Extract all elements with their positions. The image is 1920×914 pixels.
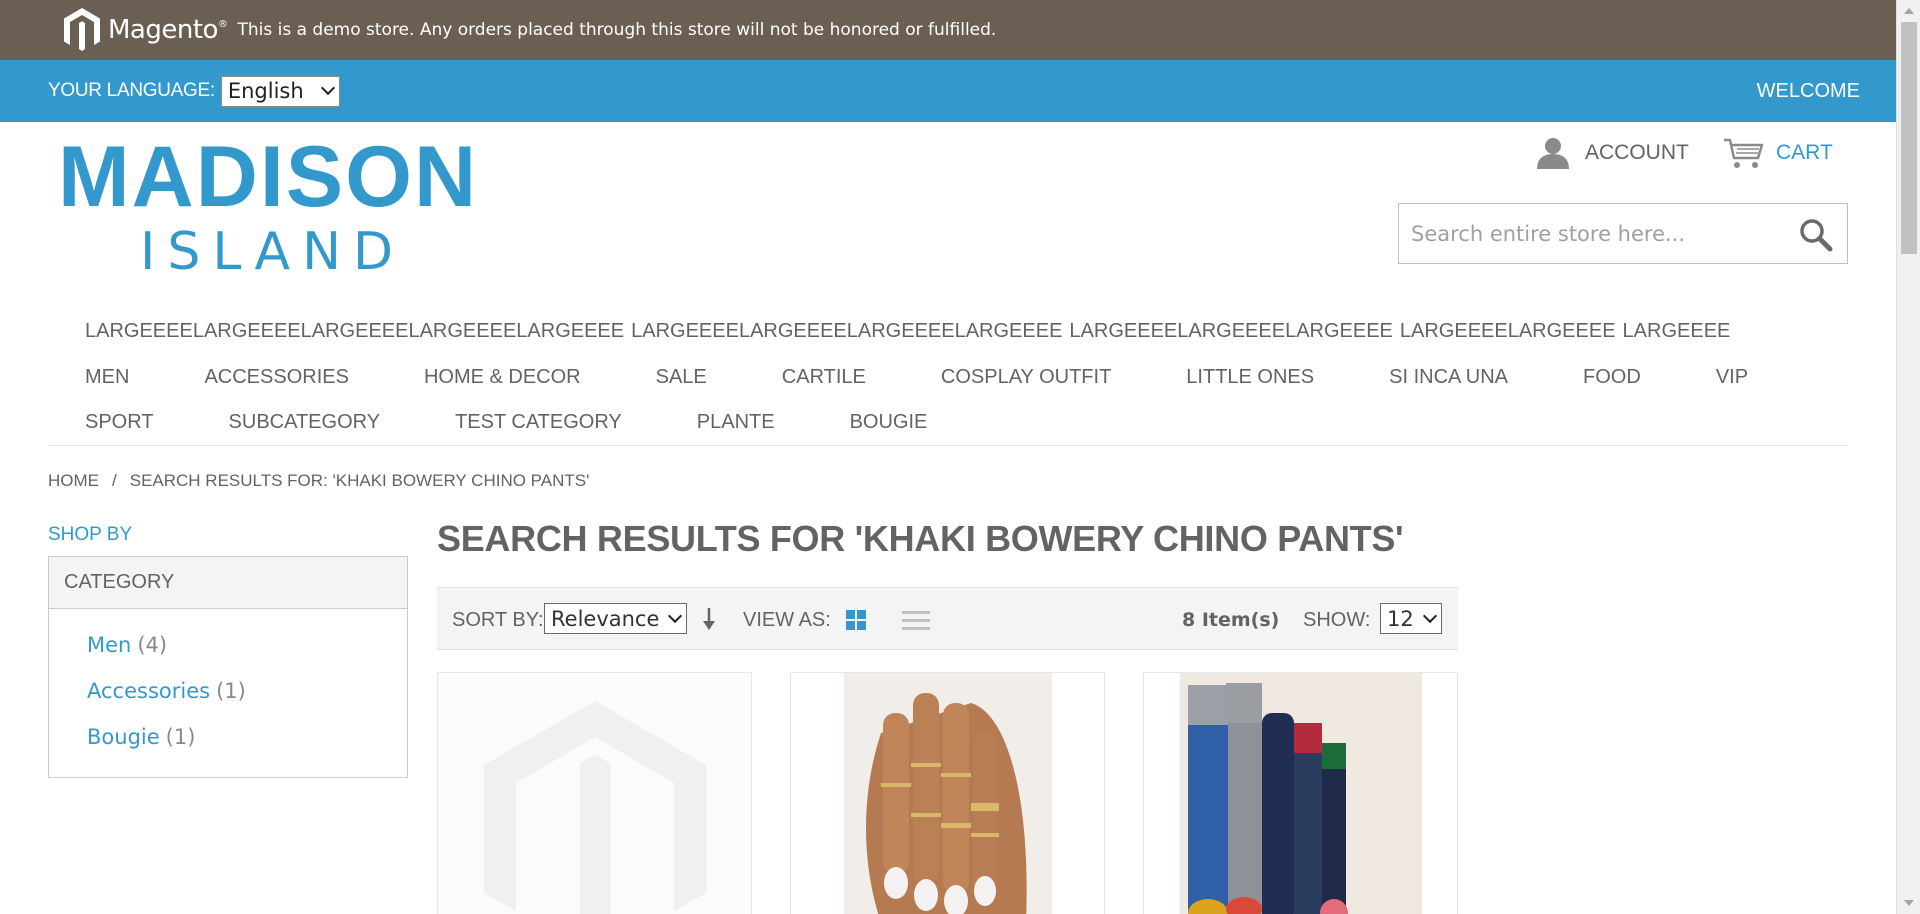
sort-by-label: SORT BY: <box>452 609 544 631</box>
nav-item-large-3[interactable]: LARGEEEELARGEEEELARGEEEE <box>1069 320 1392 343</box>
nav-item-food[interactable]: FOOD <box>1583 366 1641 389</box>
category-filter-count: (1) <box>216 679 246 703</box>
language-select[interactable]: English <box>220 75 340 107</box>
cart-link[interactable]: CART <box>1722 136 1833 170</box>
nav-item-test-category[interactable]: TEST CATEGORY <box>455 411 622 434</box>
breadcrumb: HOME / SEARCH RESULTS FOR: 'KHAKI BOWERY… <box>48 471 589 491</box>
category-filter-list: Men (4) Accessories (1) Bougie (1) <box>49 609 407 752</box>
nav-item-men[interactable]: MEN <box>85 366 129 389</box>
site-logo[interactable]: MADISON ISLAND <box>58 128 479 282</box>
category-filter-count: (1) <box>165 725 196 749</box>
language-label: YOUR LANGUAGE: <box>48 80 215 101</box>
nav-item-si-inca-una[interactable]: SI INCA UNA <box>1389 366 1508 389</box>
cart-label: CART <box>1776 141 1833 164</box>
item-count: 8 Item(s) <box>1182 609 1280 631</box>
category-filter-name: Accessories <box>87 679 211 703</box>
product-card-socks[interactable] <box>1143 672 1458 914</box>
grid-view-icon[interactable] <box>845 609 867 631</box>
nav-item-large-4[interactable]: LARGEEEELARGEEEE <box>1400 320 1616 343</box>
product-image-rings <box>791 673 1104 914</box>
nav-item-accessories[interactable]: ACCESSORIES <box>204 366 348 389</box>
scroll-up-arrow-icon[interactable] <box>1904 8 1914 14</box>
demo-notice-bar: Magento® This is a demo store. Any order… <box>0 0 1896 60</box>
nav-item-sale[interactable]: SALE <box>656 366 707 389</box>
user-icon <box>1537 138 1569 169</box>
category-filter-item-men[interactable]: Men (4) <box>87 633 407 660</box>
breadcrumb-current: SEARCH RESULTS FOR: 'KHAKI BOWERY CHINO … <box>129 471 590 490</box>
product-card-rings[interactable] <box>790 672 1105 914</box>
category-filter-item-accessories[interactable]: Accessories (1) <box>87 679 407 706</box>
nav-item-subcategory[interactable]: SUBCATEGORY <box>229 411 381 434</box>
search-box <box>1398 203 1848 264</box>
nav-item-vip[interactable]: VIP <box>1716 366 1748 389</box>
category-filter: CATEGORY Men (4) Accessories (1) Bougie (1) <box>48 556 408 778</box>
nav-item-cosplay-outfit[interactable]: COSPLAY OUTFIT <box>941 366 1111 389</box>
nav-row-2: MEN ACCESSORIES HOME & DECOR SALE CARTIL… <box>85 366 1823 389</box>
vertical-scrollbar[interactable] <box>1896 0 1920 914</box>
language-bar: YOUR LANGUAGE: English WELCOME <box>0 60 1896 122</box>
nav-item-large-2[interactable]: LARGEEEELARGEEEELARGEEEELARGEEEE <box>631 320 1062 343</box>
logo-text-madison: MADISON <box>58 129 479 225</box>
nav-row-3: SPORT SUBCATEGORY TEST CATEGORY PLANTE B… <box>85 411 1002 434</box>
account-label: ACCOUNT <box>1585 141 1689 164</box>
nav-item-sport[interactable]: SPORT <box>85 411 154 434</box>
show-label: SHOW: <box>1303 609 1371 631</box>
main-navigation: LARGEEEELARGEEEELARGEEEELARGEEEELARGEEEE… <box>48 310 1848 446</box>
list-view-icon[interactable] <box>902 609 930 631</box>
nav-row-1: LARGEEEELARGEEEELARGEEEELARGEEEELARGEEEE… <box>85 320 1737 343</box>
registered-mark: ® <box>217 19 228 30</box>
chevron-down-icon <box>1422 608 1438 623</box>
sort-direction-arrow-icon[interactable] <box>701 606 717 632</box>
product-toolbar: SORT BY: Relevance VIEW AS: 8 Item(s) SH… <box>437 587 1458 650</box>
nav-item-little-ones[interactable]: LITTLE ONES <box>1186 366 1314 389</box>
scrollbar-thumb[interactable] <box>1901 22 1917 254</box>
magento-logo: Magento® <box>62 7 228 53</box>
product-card-placeholder[interactable] <box>437 672 752 914</box>
language-select-value: English <box>227 79 304 103</box>
nav-item-large-5[interactable]: LARGEEEE <box>1623 320 1731 343</box>
category-filter-name: Bougie <box>87 725 160 749</box>
nav-item-home-decor[interactable]: HOME & DECOR <box>424 366 581 389</box>
demo-notice-text: This is a demo store. Any orders placed … <box>237 20 997 40</box>
category-filter-name: Men <box>87 633 132 657</box>
nav-item-cartile[interactable]: CARTILE <box>782 366 866 389</box>
breadcrumb-home[interactable]: HOME <box>48 471 99 491</box>
view-as-label: VIEW AS: <box>743 609 831 631</box>
nav-item-large-1[interactable]: LARGEEEELARGEEEELARGEEEELARGEEEELARGEEEE <box>85 320 624 343</box>
breadcrumb-separator: / <box>112 471 117 490</box>
shop-by-heading: SHOP BY <box>48 524 133 545</box>
chevron-down-icon <box>320 80 335 96</box>
page-title: SEARCH RESULTS FOR 'KHAKI BOWERY CHINO P… <box>437 518 1404 559</box>
scroll-down-arrow-icon[interactable] <box>1904 900 1914 906</box>
show-per-page-value: 12 <box>1387 606 1414 631</box>
placeholder-image-icon <box>438 673 751 914</box>
logo-text-island: ISLAND <box>140 222 406 282</box>
product-image-socks <box>1144 673 1457 914</box>
category-filter-count: (4) <box>137 633 168 657</box>
welcome-message: WELCOME <box>1756 79 1860 102</box>
account-link[interactable]: ACCOUNT <box>1535 136 1689 170</box>
sort-by-select[interactable]: Relevance <box>544 603 687 634</box>
search-input[interactable] <box>1411 221 1781 246</box>
chevron-down-icon <box>667 608 683 623</box>
category-filter-title: CATEGORY <box>49 557 407 609</box>
category-filter-item-bougie[interactable]: Bougie (1) <box>87 725 407 752</box>
magento-brand-text: Magento <box>108 15 218 45</box>
magento-logo-icon <box>64 8 100 51</box>
search-icon[interactable] <box>1799 218 1833 252</box>
cart-icon <box>1724 138 1764 168</box>
show-per-page-select[interactable]: 12 <box>1380 603 1442 634</box>
nav-item-plante[interactable]: PLANTE <box>697 411 775 434</box>
nav-item-bougie[interactable]: BOUGIE <box>850 411 928 434</box>
sort-by-value: Relevance <box>551 606 660 631</box>
